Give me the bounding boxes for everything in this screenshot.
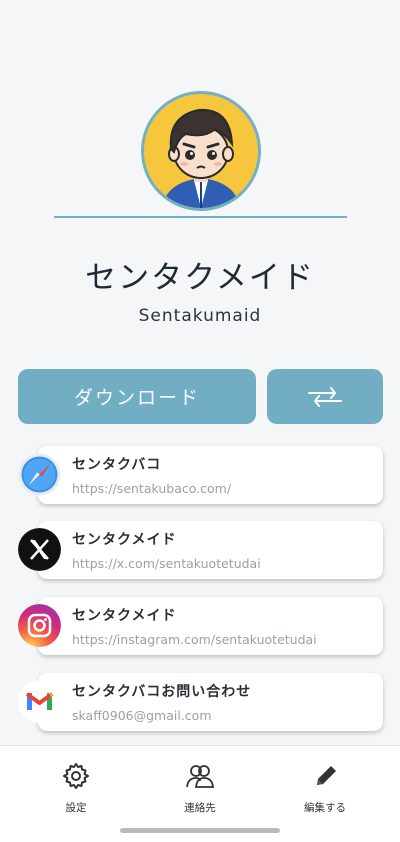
link-url: skaff0906@gmail.com xyxy=(72,708,212,723)
avatar xyxy=(141,91,261,211)
nav-edit[interactable]: 編集する xyxy=(275,760,375,820)
people-icon xyxy=(184,760,216,792)
link-card-x[interactable]: センタクメイド https://x.com/sentakuotetudai xyxy=(18,521,383,579)
link-card-sentakubaco[interactable]: センタクバコ https://sentakubaco.com/ xyxy=(18,446,383,504)
swap-button[interactable] xyxy=(267,369,383,424)
gear-icon xyxy=(60,760,92,792)
download-button-label: ダウンロード xyxy=(73,387,200,409)
link-card-contact[interactable]: センタクバコお問い合わせ skaff0906@gmail.com xyxy=(18,673,383,731)
nav-contacts[interactable]: 連絡先 xyxy=(150,760,250,820)
nav-settings[interactable]: 設定 xyxy=(26,760,126,820)
safari-compass-icon xyxy=(18,453,61,496)
sub-name: Sentakumaid xyxy=(138,306,262,326)
gmail-logo-icon xyxy=(18,680,61,723)
nav-edit-label: 編集する xyxy=(304,802,346,814)
profile-divider xyxy=(54,216,347,218)
x-logo-icon xyxy=(18,528,61,571)
link-url: https://sentakubaco.com/ xyxy=(72,481,232,496)
pencil-icon xyxy=(309,760,341,792)
instagram-logo-icon xyxy=(18,604,61,647)
link-card-instagram[interactable]: センタクメイド https://instagram.com/sentakuote… xyxy=(18,597,383,655)
avatar-illustration xyxy=(162,108,240,208)
link-title: センタクメイド xyxy=(72,608,177,624)
link-url: https://instagram.com/sentakuotetudai xyxy=(72,632,317,647)
download-button[interactable]: ダウンロード xyxy=(18,369,256,424)
swap-arrows-icon xyxy=(308,386,342,407)
link-title: センタクメイド xyxy=(72,532,177,548)
nav-settings-label: 設定 xyxy=(65,802,87,814)
home-indicator[interactable] xyxy=(120,828,280,833)
nav-contacts-label: 連絡先 xyxy=(184,802,216,814)
display-name: センタクメイド xyxy=(85,260,315,296)
link-title: センタクバコお問い合わせ xyxy=(72,684,252,700)
link-url: https://x.com/sentakuotetudai xyxy=(72,556,261,571)
link-title: センタクバコ xyxy=(72,457,162,473)
